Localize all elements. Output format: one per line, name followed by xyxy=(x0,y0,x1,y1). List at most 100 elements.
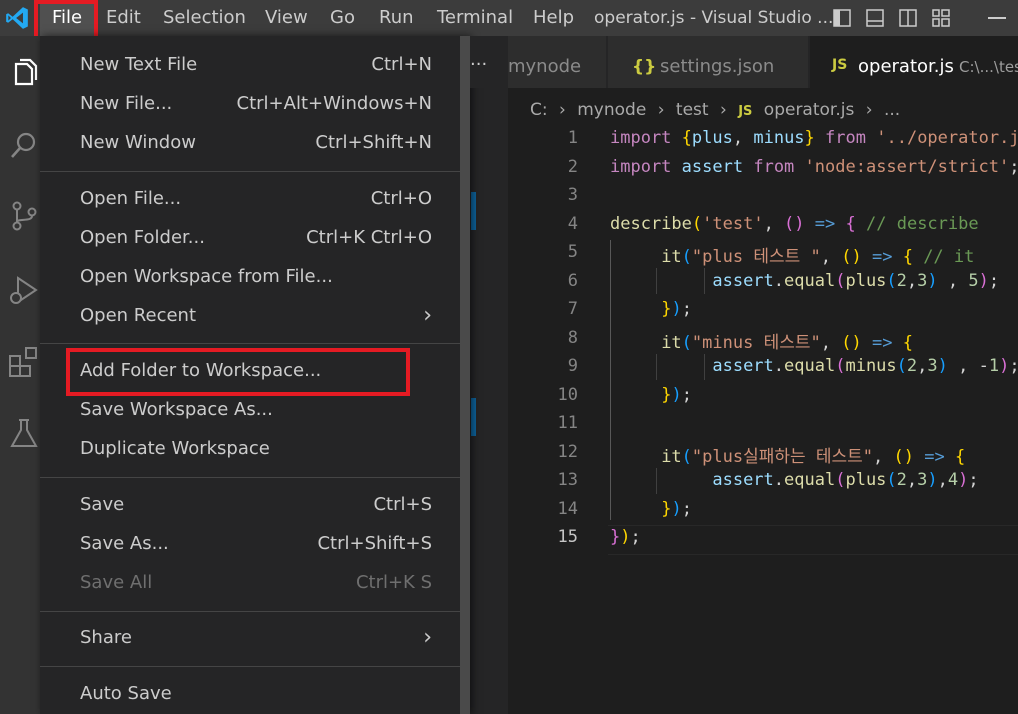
editor-tabs: ··· mynode {} settings.json JS operator.… xyxy=(470,36,1018,88)
current-line-highlight xyxy=(608,525,1018,555)
menu-terminal[interactable]: Terminal xyxy=(437,0,513,36)
title-bar: File Edit Selection View Go Run Terminal… xyxy=(0,0,1018,36)
menu-item-save-all: Save All Ctrl+K S xyxy=(80,568,432,598)
code-line: assert.equal(minus(2,3) , -1); xyxy=(712,356,1018,376)
menu-separator xyxy=(40,666,470,667)
code-line: }); xyxy=(661,299,692,319)
breadcrumb-file[interactable]: operator.js xyxy=(764,100,855,120)
menu-go[interactable]: Go xyxy=(330,0,355,36)
line-number: 9 xyxy=(567,356,578,376)
menu-item-label: Add Folder to Workspace... xyxy=(80,360,322,381)
menu-item-label: Share xyxy=(80,627,132,648)
menu-item-label: Save Workspace As... xyxy=(80,399,273,420)
menu-item-shortcut: Ctrl+Alt+Windows+N xyxy=(236,93,432,114)
menu-item-shortcut: Ctrl+K Ctrl+O xyxy=(306,227,432,248)
run-debug-icon[interactable] xyxy=(6,272,42,308)
sidebar-selection-marker xyxy=(471,192,476,230)
menu-item-new-text-file[interactable]: New Text File Ctrl+N xyxy=(80,50,432,80)
menu-view[interactable]: View xyxy=(265,0,308,36)
line-number: 10 xyxy=(557,385,578,405)
menu-item-open-folder[interactable]: Open Folder... Ctrl+K Ctrl+O xyxy=(80,223,432,253)
tab-operator-js[interactable]: JS operator.js C:\...\test xyxy=(810,36,1018,88)
toggle-primary-sidebar-icon[interactable] xyxy=(832,8,852,28)
chevron-right-icon: › xyxy=(423,303,432,328)
menu-item-duplicate-workspace[interactable]: Duplicate Workspace xyxy=(80,434,432,464)
menu-edit[interactable]: Edit xyxy=(106,0,141,36)
menu-separator xyxy=(40,343,470,344)
tab-label: settings.json xyxy=(660,56,775,77)
source-control-icon[interactable] xyxy=(6,198,42,234)
search-icon[interactable] xyxy=(6,128,42,164)
chevron-right-icon: › xyxy=(559,100,566,120)
chevron-right-icon: › xyxy=(657,100,665,120)
line-number: 6 xyxy=(567,271,578,291)
menu-item-add-folder-to-workspace[interactable]: Add Folder to Workspace... xyxy=(80,356,432,386)
json-braces-icon: {} xyxy=(632,57,657,77)
javascript-file-icon: JS xyxy=(832,57,848,73)
line-number: 11 xyxy=(557,413,578,433)
menu-item-new-file[interactable]: New File... Ctrl+Alt+Windows+N xyxy=(80,89,432,119)
menu-item-open-workspace-from-file[interactable]: Open Workspace from File... xyxy=(80,262,432,292)
menu-selection[interactable]: Selection xyxy=(163,0,246,36)
menu-item-save-workspace-as[interactable]: Save Workspace As... xyxy=(80,395,432,425)
menu-scrollbar[interactable] xyxy=(460,36,470,714)
toggle-secondary-sidebar-icon[interactable] xyxy=(898,8,918,28)
menu-run[interactable]: Run xyxy=(379,0,414,36)
breadcrumb-more[interactable]: ... xyxy=(884,100,900,120)
code-editor[interactable]: 1 2 3 4 5 6 7 8 9 10 11 12 13 14 15 impo… xyxy=(508,128,1018,714)
code-line: assert.equal(plus(2,3) , 5); xyxy=(712,271,1000,291)
code-line: assert.equal(plus(2,3),4); xyxy=(712,470,979,490)
window-title: operator.js - Visual Studio ... xyxy=(594,8,834,28)
breadcrumb-folder-mynode[interactable]: mynode xyxy=(577,100,646,120)
menu-item-save[interactable]: Save Ctrl+S xyxy=(80,490,432,520)
line-number-current: 15 xyxy=(557,527,578,547)
tab-settings-json[interactable]: {} settings.json xyxy=(608,36,808,88)
menu-item-label: Save All xyxy=(80,572,153,593)
menu-help[interactable]: Help xyxy=(533,0,574,36)
code-line: }); xyxy=(610,527,641,547)
breadcrumb-folder-test[interactable]: test xyxy=(676,100,709,120)
menu-item-new-window[interactable]: New Window Ctrl+Shift+N xyxy=(80,128,432,158)
menu-item-label: Duplicate Workspace xyxy=(80,438,270,459)
line-number: 8 xyxy=(567,328,578,348)
menu-item-open-file[interactable]: Open File... Ctrl+O xyxy=(80,184,432,214)
testing-flask-icon[interactable] xyxy=(6,416,42,452)
chevron-right-icon: › xyxy=(865,100,873,120)
customize-layout-icon[interactable] xyxy=(931,8,951,28)
menu-item-shortcut: Ctrl+Shift+S xyxy=(317,533,432,554)
menu-item-label: New Text File xyxy=(80,54,198,75)
line-number: 14 xyxy=(557,499,578,519)
tabs-overflow-button[interactable]: ··· xyxy=(470,36,490,88)
tab-mynode[interactable]: mynode xyxy=(508,36,606,88)
javascript-file-icon: JS xyxy=(738,104,753,119)
menu-file[interactable]: File xyxy=(40,0,94,36)
code-line: it("plus실패하는 테스트", () => { xyxy=(661,447,966,467)
menu-item-save-as[interactable]: Save As... Ctrl+Shift+S xyxy=(80,529,432,559)
code-line: }); xyxy=(661,499,692,519)
line-number: 5 xyxy=(567,242,578,262)
code-line: import assert from 'node:assert/strict'; xyxy=(610,157,1018,177)
tab-path: C:\...\test xyxy=(959,58,1018,76)
chevron-right-icon: › xyxy=(423,625,432,650)
breadcrumb: C: › mynode › test › JS operator.js › ..… xyxy=(530,92,900,128)
vscode-logo-icon xyxy=(6,7,28,29)
explorer-icon[interactable] xyxy=(6,56,42,92)
menu-item-auto-save[interactable]: Auto Save xyxy=(80,679,432,709)
menu-separator xyxy=(40,611,470,612)
extensions-icon[interactable] xyxy=(6,344,42,380)
menu-item-share[interactable]: Share › xyxy=(80,623,432,653)
line-number: 1 xyxy=(567,128,578,148)
line-number: 2 xyxy=(567,157,578,177)
breadcrumb-drive[interactable]: C: xyxy=(530,100,548,120)
menu-item-label: Open File... xyxy=(80,188,182,209)
menu-item-open-recent[interactable]: Open Recent › xyxy=(80,301,432,331)
line-number: 13 xyxy=(557,470,578,490)
menu-item-label: Auto Save xyxy=(80,683,172,704)
toggle-panel-icon[interactable] xyxy=(865,8,885,28)
file-menu-dropdown: New Text File Ctrl+N New File... Ctrl+Alt+… xyxy=(40,36,470,714)
minimize-button[interactable] xyxy=(988,17,1006,19)
code-line: it("plus 테스트 ", () => { // it xyxy=(661,247,975,267)
menu-item-label: Open Workspace from File... xyxy=(80,266,333,287)
menu-item-label: New Window xyxy=(80,132,196,153)
code-line: }); xyxy=(661,385,692,405)
